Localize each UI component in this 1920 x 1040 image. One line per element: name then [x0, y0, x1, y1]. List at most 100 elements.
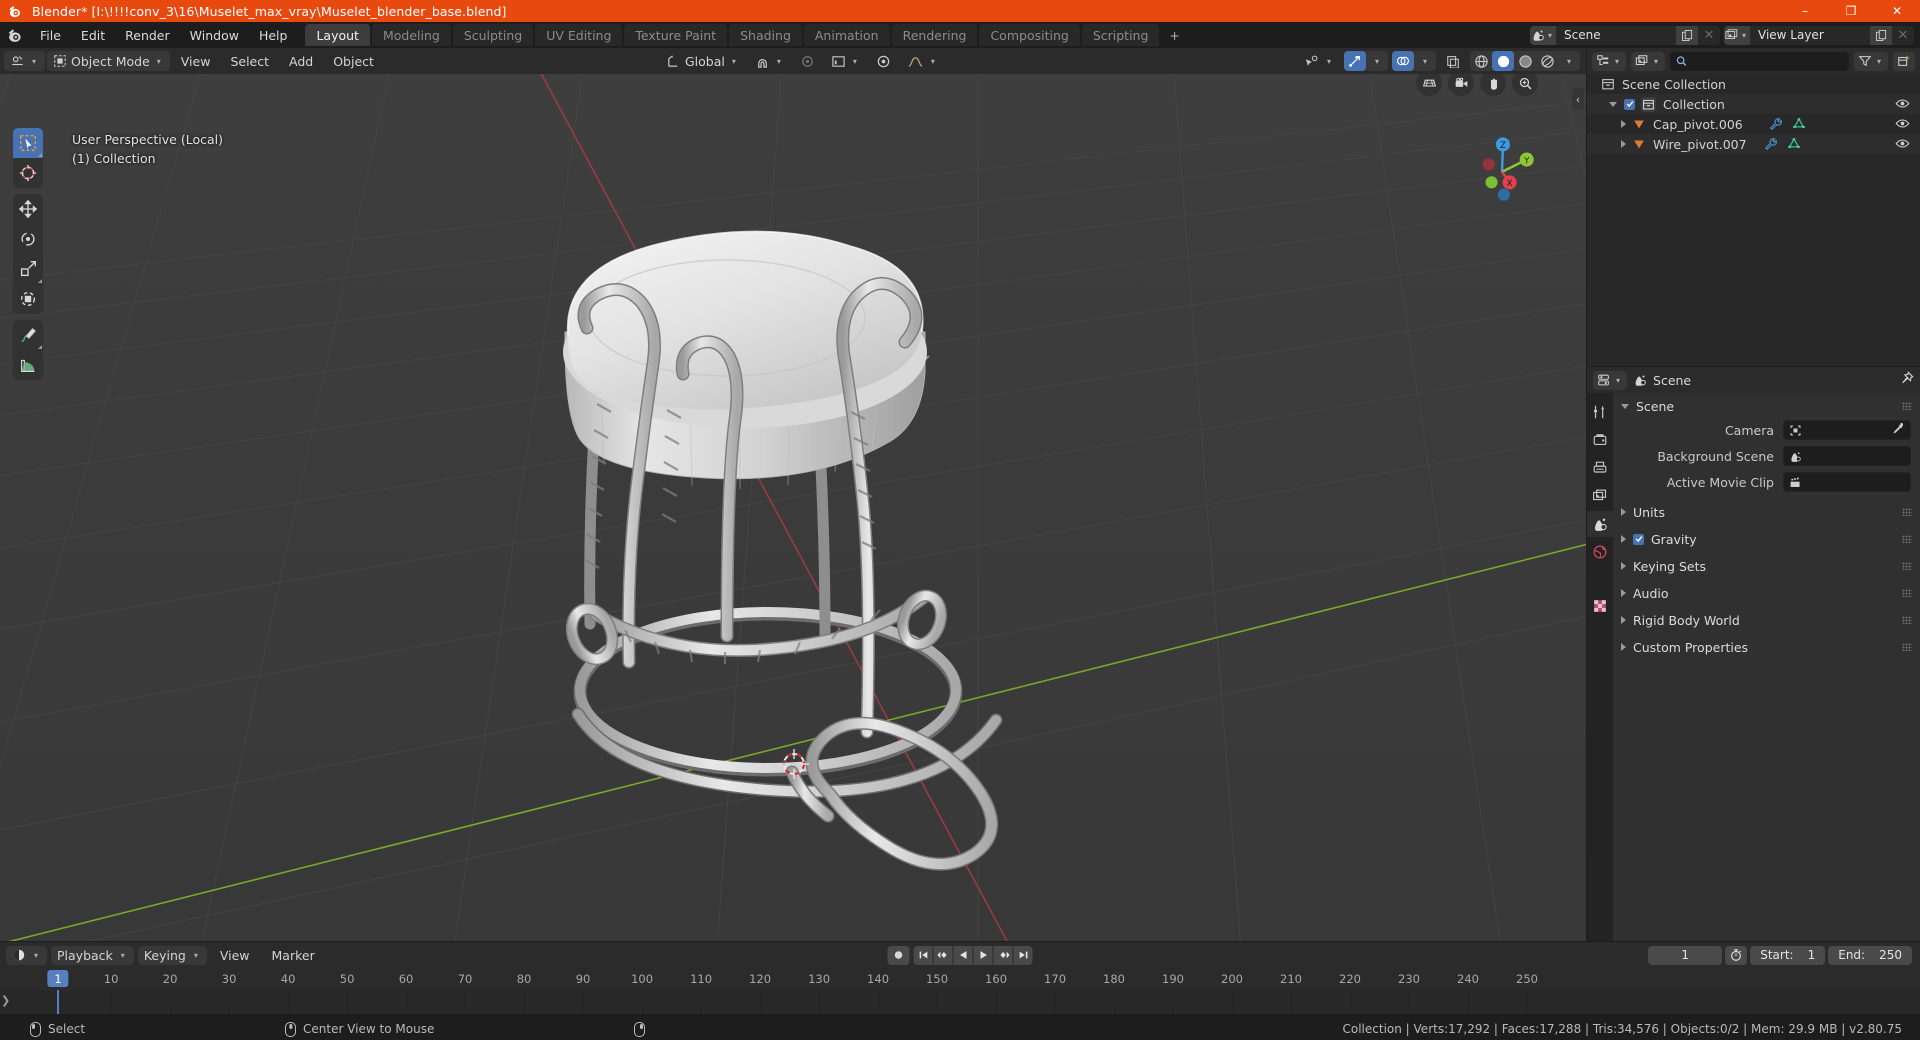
outliner-search-field[interactable]: [1670, 51, 1849, 71]
properties-editor-type-selector[interactable]: ▾: [1593, 370, 1628, 390]
viewport-menu-add[interactable]: Add: [280, 50, 322, 72]
tab-rendering[interactable]: Rendering: [891, 24, 978, 46]
tool-rotate[interactable]: [13, 224, 43, 254]
tab-modeling[interactable]: Modeling: [371, 24, 451, 46]
timeline-editor-type-selector[interactable]: ▾: [6, 945, 48, 965]
tool-annotate[interactable]: [13, 320, 43, 350]
timeline-sidebar-expand-arrow[interactable]: ❯: [1, 994, 10, 1007]
playhead-line[interactable]: [57, 990, 59, 1014]
new-scene-button[interactable]: [1676, 25, 1698, 45]
tool-measure[interactable]: [13, 350, 43, 380]
tab-sculpting[interactable]: Sculpting: [452, 24, 534, 46]
panel-header-gravity[interactable]: Gravity: [1613, 528, 1920, 550]
outliner-search-input[interactable]: [1691, 54, 1843, 68]
tab-scene-properties[interactable]: [1587, 511, 1613, 537]
use-preview-range-button[interactable]: [1725, 945, 1748, 965]
tab-tool-properties[interactable]: [1587, 399, 1613, 425]
panel-header-scene[interactable]: Scene: [1613, 395, 1920, 417]
menu-render[interactable]: Render: [115, 22, 180, 48]
auto-keying-button[interactable]: [887, 945, 910, 965]
solid-shading-button[interactable]: [1492, 51, 1514, 71]
editor-type-selector[interactable]: ▾: [4, 51, 46, 71]
gizmo-toggle[interactable]: [1344, 51, 1366, 71]
panel-header-audio[interactable]: Audio: [1613, 582, 1920, 604]
play-reverse-button[interactable]: [953, 945, 973, 965]
jump-to-start-button[interactable]: [913, 945, 933, 965]
viewport-menu-object[interactable]: Object: [324, 50, 383, 72]
tab-output-properties[interactable]: [1587, 455, 1613, 481]
eyedropper-icon[interactable]: [1892, 422, 1905, 439]
chevron-right-icon[interactable]: [1621, 535, 1626, 543]
outliner-row-wire-pivot[interactable]: Wire_pivot.007: [1587, 134, 1920, 154]
navigation-gizmo[interactable]: Z Y X: [1464, 132, 1540, 208]
xray-toggle[interactable]: [1440, 51, 1466, 71]
visibility-eye-icon[interactable]: [1895, 136, 1910, 154]
end-frame-field[interactable]: End: 250: [1828, 945, 1912, 965]
maximize-button[interactable]: ❐: [1828, 0, 1874, 22]
collection-checkbox[interactable]: [1624, 98, 1635, 110]
start-frame-field[interactable]: Start: 1: [1750, 945, 1826, 965]
tab-compositing[interactable]: Compositing: [979, 24, 1080, 46]
playback-dropdown[interactable]: Playback ▾: [51, 945, 134, 965]
tab-texture-paint[interactable]: Texture Paint: [624, 24, 728, 46]
previous-keyframe-button[interactable]: [933, 945, 953, 965]
menu-file[interactable]: File: [30, 22, 71, 48]
tab-uv-editing[interactable]: UV Editing: [535, 24, 623, 46]
panel-header-custom-properties[interactable]: Custom Properties: [1613, 636, 1920, 658]
transform-orientation-selector[interactable]: Global ▾: [660, 51, 745, 71]
menu-help[interactable]: Help: [249, 22, 298, 48]
chevron-right-icon[interactable]: [1621, 140, 1626, 148]
playhead-frame-badge[interactable]: 1: [47, 970, 69, 987]
tool-scale[interactable]: [13, 254, 43, 284]
tab-texture-properties[interactable]: [1587, 593, 1613, 619]
next-keyframe-button[interactable]: [993, 945, 1013, 965]
snap-target-icon[interactable]: [870, 51, 897, 71]
tab-scripting[interactable]: Scripting: [1081, 24, 1160, 46]
timeline-ruler[interactable]: 10 20 30 40 50 60 70 80 90 100 110 120 130 140 150 160 1…: [0, 968, 1920, 990]
outliner-filter-button[interactable]: ▾: [1853, 51, 1888, 71]
chevron-right-icon[interactable]: [1621, 589, 1626, 597]
visibility-selector[interactable]: ▾: [1298, 51, 1340, 71]
modifier-wrench-icon[interactable]: [1769, 117, 1783, 131]
tab-render-properties[interactable]: [1587, 427, 1613, 453]
properties-editor[interactable]: ▾ Scene Scene Camera Background Scene Ac…: [1587, 367, 1920, 941]
rendered-shading-button[interactable]: [1536, 51, 1558, 71]
outliner-editor-type-selector[interactable]: ▾: [1592, 51, 1627, 71]
panel-header-units[interactable]: Units: [1613, 501, 1920, 523]
object-mode-selector[interactable]: Object Mode ▾: [47, 51, 170, 71]
3d-viewport[interactable]: ▾ Object Mode ▾ View Select Add Object G…: [0, 48, 1586, 941]
add-workspace-button[interactable]: +: [1161, 24, 1187, 46]
gizmo-options-dropdown[interactable]: ▾: [1366, 51, 1388, 71]
viewlayer-selector[interactable]: ▾ View Layer ✕: [1724, 25, 1914, 45]
tool-transform[interactable]: [13, 284, 43, 314]
viewport-canvas[interactable]: [0, 74, 1586, 941]
outliner-display-mode-selector[interactable]: ▾: [1631, 51, 1666, 71]
timeline-menu-marker[interactable]: Marker: [263, 944, 324, 966]
outliner-editor[interactable]: ▾ ▾ ▾ Scene Collection Collection Cap_pi…: [1587, 48, 1920, 366]
chevron-right-icon[interactable]: [1621, 616, 1626, 624]
tool-move[interactable]: [13, 194, 43, 224]
modifier-wrench-icon[interactable]: [1764, 137, 1778, 151]
delete-viewlayer-button[interactable]: ✕: [1892, 25, 1914, 45]
viewport-menu-view[interactable]: View: [172, 50, 220, 72]
outliner-row-cap-pivot[interactable]: Cap_pivot.006: [1587, 114, 1920, 134]
delete-scene-button[interactable]: ✕: [1698, 25, 1720, 45]
timeline-menu-view[interactable]: View: [211, 944, 259, 966]
current-frame-field[interactable]: 1: [1648, 945, 1723, 965]
snap-magnet-toggle[interactable]: ▾: [749, 51, 790, 71]
chevron-right-icon[interactable]: [1621, 120, 1626, 128]
tab-world-properties[interactable]: [1587, 539, 1613, 565]
chevron-right-icon[interactable]: [1621, 643, 1626, 651]
menu-window[interactable]: Window: [180, 22, 249, 48]
timeline-editor[interactable]: ▾ Playback ▾ Keying ▾ View Marker 1 Star…: [0, 942, 1920, 1014]
tab-layout[interactable]: Layout: [305, 24, 370, 46]
chevron-right-icon[interactable]: [1621, 508, 1626, 516]
proportional-falloff-selector[interactable]: ▾: [825, 51, 866, 71]
new-collection-button[interactable]: [1893, 51, 1915, 71]
tab-view-layer-properties[interactable]: [1587, 483, 1613, 509]
blender-logo-icon[interactable]: [0, 22, 30, 48]
wireframe-shading-button[interactable]: [1470, 51, 1492, 71]
close-button[interactable]: ✕: [1874, 0, 1920, 22]
falloff-curve-icon[interactable]: ▾: [901, 51, 944, 71]
mesh-data-icon[interactable]: [1787, 137, 1801, 151]
